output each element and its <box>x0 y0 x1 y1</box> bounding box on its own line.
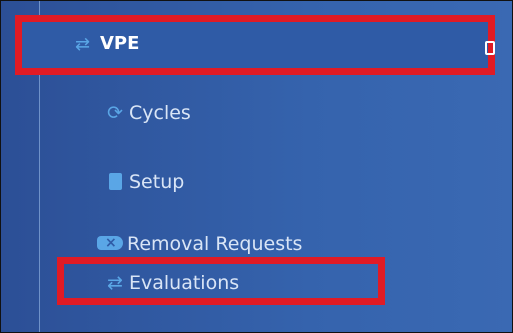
sidebar-section-vpe-label: VPE <box>100 33 140 54</box>
sidebar-item-label: Setup <box>129 171 185 193</box>
sidebar-item-evaluations[interactable]: ⇄ Evaluations <box>105 269 239 297</box>
ticket-x-icon <box>95 229 125 258</box>
scrollbar-handle[interactable] <box>485 41 495 55</box>
sidebar-item-label: Evaluations <box>129 272 240 294</box>
arrows-exchange-icon: ⇄ <box>75 34 91 55</box>
arrows-exchange-icon: ⇄ <box>107 272 123 294</box>
sidebar-item-removal-requests[interactable]: Removal Requests <box>95 229 303 258</box>
sidebar-item-label: Removal Requests <box>127 233 303 255</box>
refresh-icon: ⟳ <box>107 102 123 124</box>
sidebar-item-setup[interactable]: Setup <box>105 168 184 196</box>
sidebar-item-label: Cycles <box>129 102 191 124</box>
sidebar-item-cycles[interactable]: ⟳ Cycles <box>105 99 191 127</box>
sidebar-panel: ⇄ VPE ⟳ Cycles Setup Removal Requests ⇄ Ev… <box>0 0 513 333</box>
book-icon <box>105 168 125 196</box>
